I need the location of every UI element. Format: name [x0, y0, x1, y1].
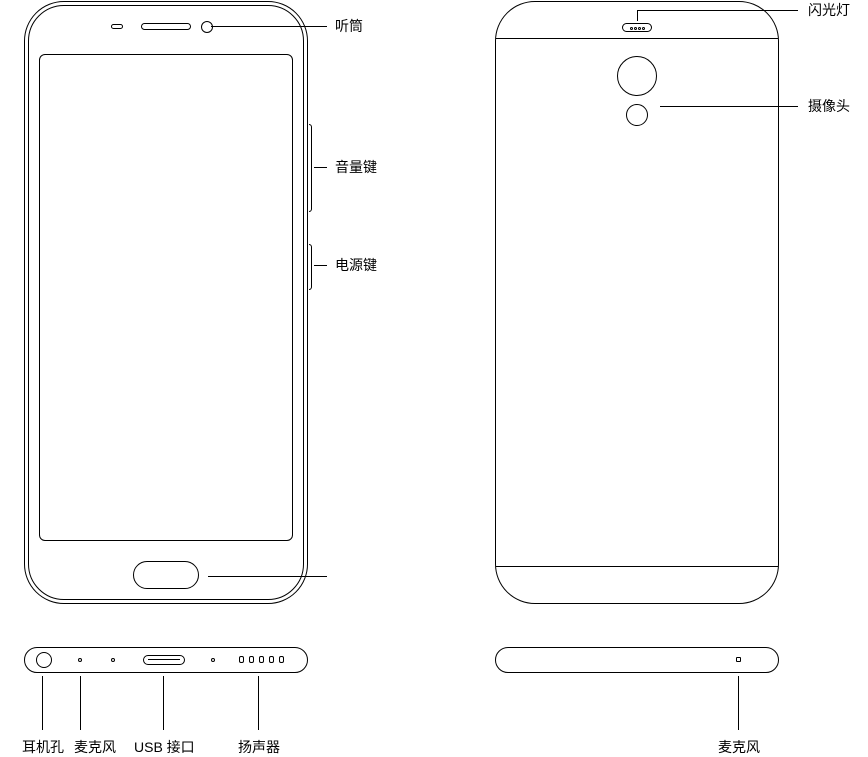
rear-camera-main-icon — [617, 56, 657, 96]
power-button-icon — [309, 244, 312, 290]
headphone-jack-icon — [36, 652, 52, 668]
volume-button-icon — [309, 124, 312, 212]
antenna-line-bottom — [496, 566, 778, 567]
leader-line — [637, 10, 638, 21]
leader-line — [42, 676, 43, 730]
microphone-hole-icon — [736, 657, 741, 662]
label-headphone-jack: 耳机孔 — [22, 740, 64, 754]
label-mic-top: 麦克风 — [718, 740, 760, 754]
screen-outline — [39, 54, 293, 541]
screw-icon — [211, 658, 215, 662]
leader-line — [258, 676, 259, 730]
usb-port-icon — [143, 655, 185, 665]
leader-line — [208, 576, 327, 577]
leader-line — [80, 676, 81, 730]
label-volume-key: 音量键 — [335, 160, 377, 174]
phone-top-edge — [495, 647, 779, 673]
home-button-icon — [133, 561, 199, 589]
label-mic-bottom: 麦克风 — [74, 740, 116, 754]
leader-line — [211, 26, 327, 27]
phone-bottom-edge — [24, 647, 308, 673]
antenna-line-top — [496, 38, 778, 39]
front-camera-icon — [201, 21, 213, 33]
label-earpiece: 听筒 — [335, 19, 363, 33]
flash-icon — [622, 23, 652, 32]
phone-front-outline — [24, 1, 308, 604]
microphone-hole-icon — [78, 658, 82, 662]
leader-line — [314, 167, 327, 168]
proximity-sensor-icon — [111, 24, 123, 29]
phone-back-outline — [495, 1, 779, 604]
label-usb-port: USB 接口 — [134, 740, 195, 754]
rear-camera-sub-icon — [626, 104, 648, 126]
label-power-key: 电源键 — [335, 258, 377, 272]
label-speaker: 扬声器 — [238, 740, 280, 754]
speaker-grille-icon — [239, 656, 284, 663]
leader-line — [163, 676, 164, 730]
leader-line — [637, 10, 798, 11]
label-camera: 摄像头 — [808, 99, 850, 113]
screw-icon — [111, 658, 115, 662]
leader-line — [314, 265, 327, 266]
leader-line — [738, 676, 739, 730]
leader-line — [660, 106, 798, 107]
earpiece-icon — [141, 23, 191, 30]
label-flash: 闪光灯 — [808, 3, 850, 17]
